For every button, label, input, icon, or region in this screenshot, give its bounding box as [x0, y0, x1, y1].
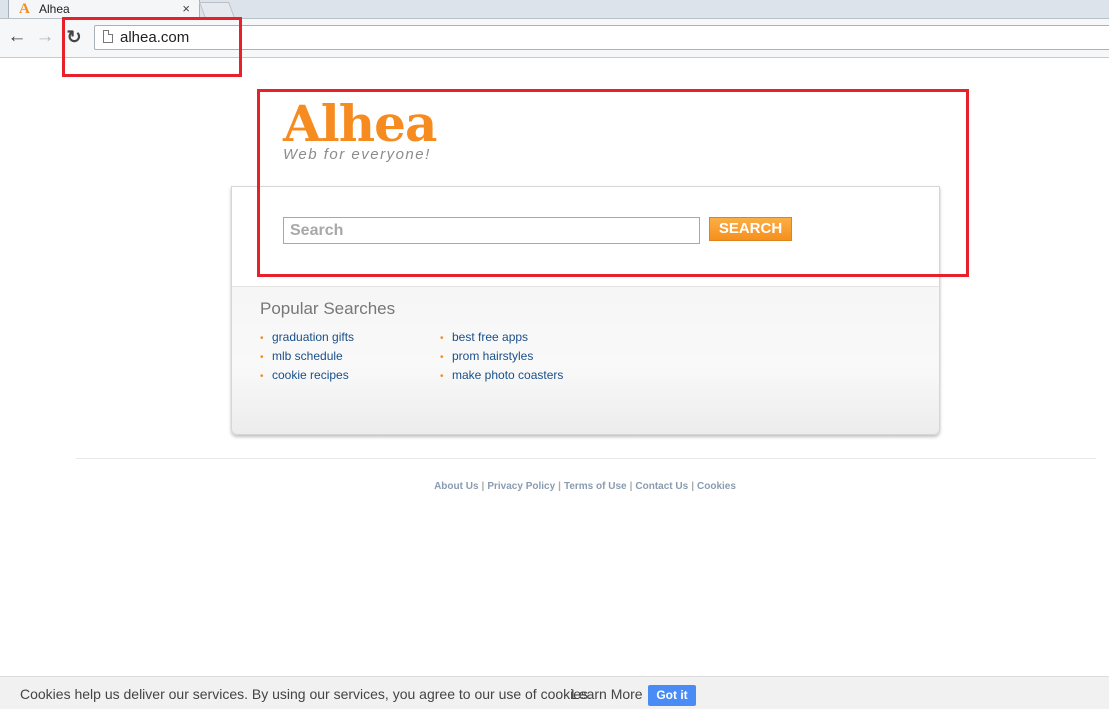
reload-icon[interactable]: ↻: [64, 27, 84, 47]
new-tab-button[interactable]: [199, 2, 235, 18]
bullet-icon: •: [260, 333, 264, 344]
footer-link-about[interactable]: About Us: [434, 481, 478, 492]
popular-search-link[interactable]: prom hairstyles: [452, 349, 533, 363]
popular-searches-column-2: • best free apps • prom hairstyles • make p…: [440, 328, 563, 385]
footer-separator: |: [558, 481, 561, 492]
footer-link-contact[interactable]: Contact Us: [635, 481, 688, 492]
search-button[interactable]: SEARCH: [709, 217, 792, 241]
cookie-consent-bar: Cookies help us deliver our services. By…: [0, 676, 1109, 709]
popular-search-link[interactable]: mlb schedule: [272, 349, 343, 363]
popular-searches-column-1: • graduation gifts • mlb schedule • cookie …: [260, 328, 354, 385]
footer-separator: |: [629, 481, 633, 492]
alhea-logo[interactable]: Alhea: [283, 96, 437, 152]
panel-divider: [232, 286, 939, 287]
footer-separator: |: [691, 481, 695, 492]
address-bar[interactable]: alhea.com: [94, 25, 1109, 50]
list-item: • cookie recipes: [260, 366, 354, 385]
browser-tab[interactable]: A Alhea ×: [8, 0, 200, 18]
page-icon: [103, 30, 113, 43]
popular-searches-title: Popular Searches: [260, 299, 396, 318]
list-item: • prom hairstyles: [440, 347, 563, 366]
tab-title: Alhea: [39, 2, 70, 16]
footer-separator: |: [481, 481, 485, 492]
forward-arrow-icon[interactable]: →: [35, 27, 55, 47]
alhea-favicon-icon: A: [19, 1, 30, 17]
footer-links: About Us | Privacy Policy | Terms of Use | Con…: [0, 481, 1109, 492]
cookie-message: Cookies help us deliver our services. By…: [20, 686, 592, 702]
bullet-icon: •: [440, 352, 444, 363]
browser-toolbar: ← → ↻ alhea.com: [0, 19, 1109, 58]
back-arrow-icon[interactable]: ←: [7, 27, 27, 47]
bullet-icon: •: [440, 371, 444, 382]
learn-more-link[interactable]: Learn More: [571, 686, 643, 702]
bullet-icon: •: [260, 352, 264, 363]
bullet-icon: •: [440, 333, 444, 344]
footer-link-privacy[interactable]: Privacy Policy: [487, 481, 555, 492]
popular-search-link[interactable]: graduation gifts: [272, 330, 354, 344]
got-it-button[interactable]: Got it: [648, 685, 696, 706]
footer-divider: [76, 458, 1096, 459]
search-input[interactable]: [283, 217, 700, 244]
list-item: • graduation gifts: [260, 328, 354, 347]
tab-strip: A Alhea ×: [0, 0, 1109, 19]
popular-search-link[interactable]: make photo coasters: [452, 368, 563, 382]
list-item: • mlb schedule: [260, 347, 354, 366]
footer-link-cookies[interactable]: Cookies: [697, 481, 736, 492]
url-text: alhea.com: [120, 29, 190, 46]
popular-search-link[interactable]: cookie recipes: [272, 368, 349, 382]
footer-link-terms[interactable]: Terms of Use: [564, 481, 627, 492]
bullet-icon: •: [260, 371, 264, 382]
list-item: • make photo coasters: [440, 366, 563, 385]
popular-search-link[interactable]: best free apps: [452, 330, 528, 344]
tagline: Web for everyone!: [283, 146, 431, 163]
close-tab-icon[interactable]: ×: [182, 1, 190, 16]
list-item: • best free apps: [440, 328, 563, 347]
